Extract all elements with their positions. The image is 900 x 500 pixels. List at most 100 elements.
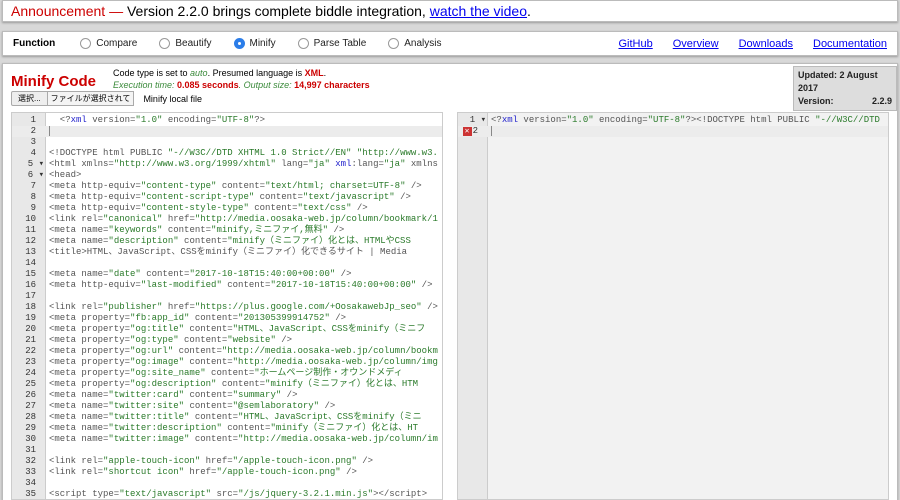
line-number: 26 bbox=[25, 390, 36, 400]
input-code[interactable]: 1 <?xml version="1.0" encoding="UTF-8"?>… bbox=[12, 113, 442, 499]
watch-video-link[interactable]: watch the video bbox=[430, 3, 527, 19]
input-editor[interactable]: 1 <?xml version="1.0" encoding="UTF-8"?>… bbox=[11, 112, 443, 500]
language: XML bbox=[304, 68, 324, 78]
line-number: 7 bbox=[30, 181, 36, 191]
code-text: <link rel="shortcut icon" href="/apple-t… bbox=[49, 467, 357, 477]
line-number: 25 bbox=[25, 379, 36, 389]
code-line: 28 <meta name="twitter:title" content="HT… bbox=[12, 412, 442, 423]
code-line: 3 bbox=[12, 137, 442, 148]
line-number: 1 bbox=[30, 115, 36, 125]
radio-button[interactable] bbox=[80, 38, 92, 49]
code-line: 7 <meta http-equiv="content-type" content… bbox=[12, 181, 442, 192]
code-line: 11 <meta name="keywords" content="minify,… bbox=[12, 225, 442, 236]
code-text: <meta http-equiv="content-script-type" c… bbox=[49, 192, 411, 202]
code-line: 33 <link rel="shortcut icon" href="/apple… bbox=[12, 467, 442, 478]
code-line: 14 bbox=[12, 258, 442, 269]
version-number: 2.2.9 bbox=[871, 96, 892, 106]
code-text: <link rel="publisher" href="https://plus… bbox=[49, 302, 438, 312]
line-number: 8 bbox=[30, 192, 36, 202]
code-line: 32 <link rel="apple-touch-icon" href="/ap… bbox=[12, 456, 442, 467]
code-line: 27 <meta name="twitter:site" content="@se… bbox=[12, 401, 442, 412]
code-line: 1 <?xml version="1.0" encoding="UTF-8"?> bbox=[12, 115, 442, 126]
radio-compare[interactable]: Compare bbox=[80, 38, 137, 49]
code-text: <meta property="og:site_name" content="ホ… bbox=[49, 368, 403, 378]
file-input[interactable]: 選択... ファイルが選択されて Minify local file bbox=[11, 91, 202, 106]
radio-button[interactable] bbox=[233, 38, 245, 49]
line-number: 2 bbox=[30, 126, 36, 136]
code-line: 19 <meta property="fb:app_id" content="20… bbox=[12, 313, 442, 324]
line-number: 9 bbox=[30, 203, 36, 213]
line-number: 10 bbox=[25, 214, 36, 224]
code-line: 9 <meta http-equiv="content-style-type" c… bbox=[12, 203, 442, 214]
info-text: . Presumed language is bbox=[207, 68, 305, 78]
code-text: <html xmlns="http://www.w3.org/1999/xhtm… bbox=[49, 159, 438, 169]
code-text: <meta name="twitter:title" content="HTML… bbox=[49, 412, 422, 422]
code-line: ✕ 2 bbox=[458, 126, 888, 137]
output-editor[interactable]: 1 ▾ <?xml version="1.0" encoding="UTF-8"?… bbox=[457, 112, 889, 500]
line-number: 20 bbox=[25, 324, 36, 334]
radio-beautify[interactable]: Beautify bbox=[159, 38, 212, 49]
line-number: 18 bbox=[25, 302, 36, 312]
code-text: <meta name="keywords" content="minify,ミニ… bbox=[49, 225, 345, 235]
line-number: 14 bbox=[25, 258, 36, 268]
page-title: Minify Code bbox=[11, 73, 96, 90]
version-info: Updated: 2 August 2017 Version: 2.2.9 bbox=[793, 66, 897, 111]
link-downloads[interactable]: Downloads bbox=[739, 38, 793, 50]
line-number: 5 ▾ bbox=[27, 159, 44, 169]
radio-button[interactable] bbox=[159, 38, 171, 49]
code-text: <meta property="og:type" content="websit… bbox=[49, 335, 293, 345]
main-panel: Minify Code Code type is set to auto. Pr… bbox=[2, 63, 898, 500]
code-text: <meta http-equiv="last-modified" content… bbox=[49, 280, 433, 290]
line-number: 34 bbox=[25, 478, 36, 488]
radio-button[interactable] bbox=[297, 38, 309, 49]
code-line: 10 <link rel="canonical" href="http://med… bbox=[12, 214, 442, 225]
code-text: <link rel="canonical" href="http://media… bbox=[49, 214, 438, 224]
code-line: 26 <meta name="twitter:card" content="sum… bbox=[12, 390, 442, 401]
code-text: <link rel="apple-touch-icon" href="/appl… bbox=[49, 456, 374, 466]
line-number: 17 bbox=[25, 291, 36, 301]
function-label: Function bbox=[13, 38, 56, 49]
choose-file-button[interactable]: 選択... bbox=[11, 91, 48, 106]
link-overview[interactable]: Overview bbox=[673, 38, 719, 50]
line-number: 12 bbox=[25, 236, 36, 246]
radio-minify[interactable]: Minify bbox=[233, 38, 276, 49]
radio-label: Parse Table bbox=[313, 38, 367, 49]
line-number: 3 bbox=[30, 137, 36, 147]
code-text: <title>HTML、JavaScript、CSSをminify（ミニファイ）… bbox=[49, 247, 408, 257]
code-text: <!DOCTYPE html PUBLIC "-//W3C//DTD XHTML… bbox=[49, 148, 438, 158]
announcement-end: . bbox=[527, 3, 531, 19]
radio-parse-table[interactable]: Parse Table bbox=[297, 38, 367, 49]
radio-label: Beautify bbox=[175, 38, 212, 49]
code-text: <meta name="date" content="2017-10-18T15… bbox=[49, 269, 352, 279]
radio-label: Minify bbox=[249, 38, 276, 49]
announcement-label: Announcement — bbox=[11, 3, 124, 19]
line-gutter bbox=[458, 113, 488, 499]
code-text: <?xml version="1.0" encoding="UTF-8"?> bbox=[49, 115, 266, 125]
output-size: 14,997 characters bbox=[294, 80, 370, 90]
link-documentation[interactable]: Documentation bbox=[813, 38, 887, 50]
status-info: Code type is set to auto. Presumed langu… bbox=[113, 67, 370, 91]
code-line: 34 bbox=[12, 478, 442, 489]
line-number: 16 bbox=[25, 280, 36, 290]
line-number: 35 bbox=[25, 489, 36, 499]
nav-links: GitHub Overview Downloads Documentation bbox=[618, 38, 887, 50]
radio-button[interactable] bbox=[388, 38, 400, 49]
exec-time: 0.085 seconds bbox=[177, 80, 239, 90]
line-number: 11 bbox=[25, 225, 36, 235]
file-label: Minify local file bbox=[143, 93, 202, 104]
code-line: 25 <meta property="og:description" conten… bbox=[12, 379, 442, 390]
line-number: 21 bbox=[25, 335, 36, 345]
radio-label: Analysis bbox=[404, 38, 442, 49]
version-label: Version: bbox=[798, 96, 834, 106]
code-line: 16 <meta http-equiv="last-modified" conte… bbox=[12, 280, 442, 291]
error-icon: ✕ bbox=[462, 127, 472, 136]
line-number: 30 bbox=[25, 434, 36, 444]
radio-analysis[interactable]: Analysis bbox=[388, 38, 442, 49]
file-name: ファイルが選択されて bbox=[47, 91, 135, 106]
code-text: <meta property="og:image" content="http:… bbox=[49, 357, 438, 367]
line-number: 13 bbox=[25, 247, 36, 257]
code-line: 4 <!DOCTYPE html PUBLIC "-//W3C//DTD XHTM… bbox=[12, 148, 442, 159]
output-code[interactable]: 1 ▾ <?xml version="1.0" encoding="UTF-8"?… bbox=[458, 113, 888, 137]
link-github[interactable]: GitHub bbox=[618, 38, 652, 50]
